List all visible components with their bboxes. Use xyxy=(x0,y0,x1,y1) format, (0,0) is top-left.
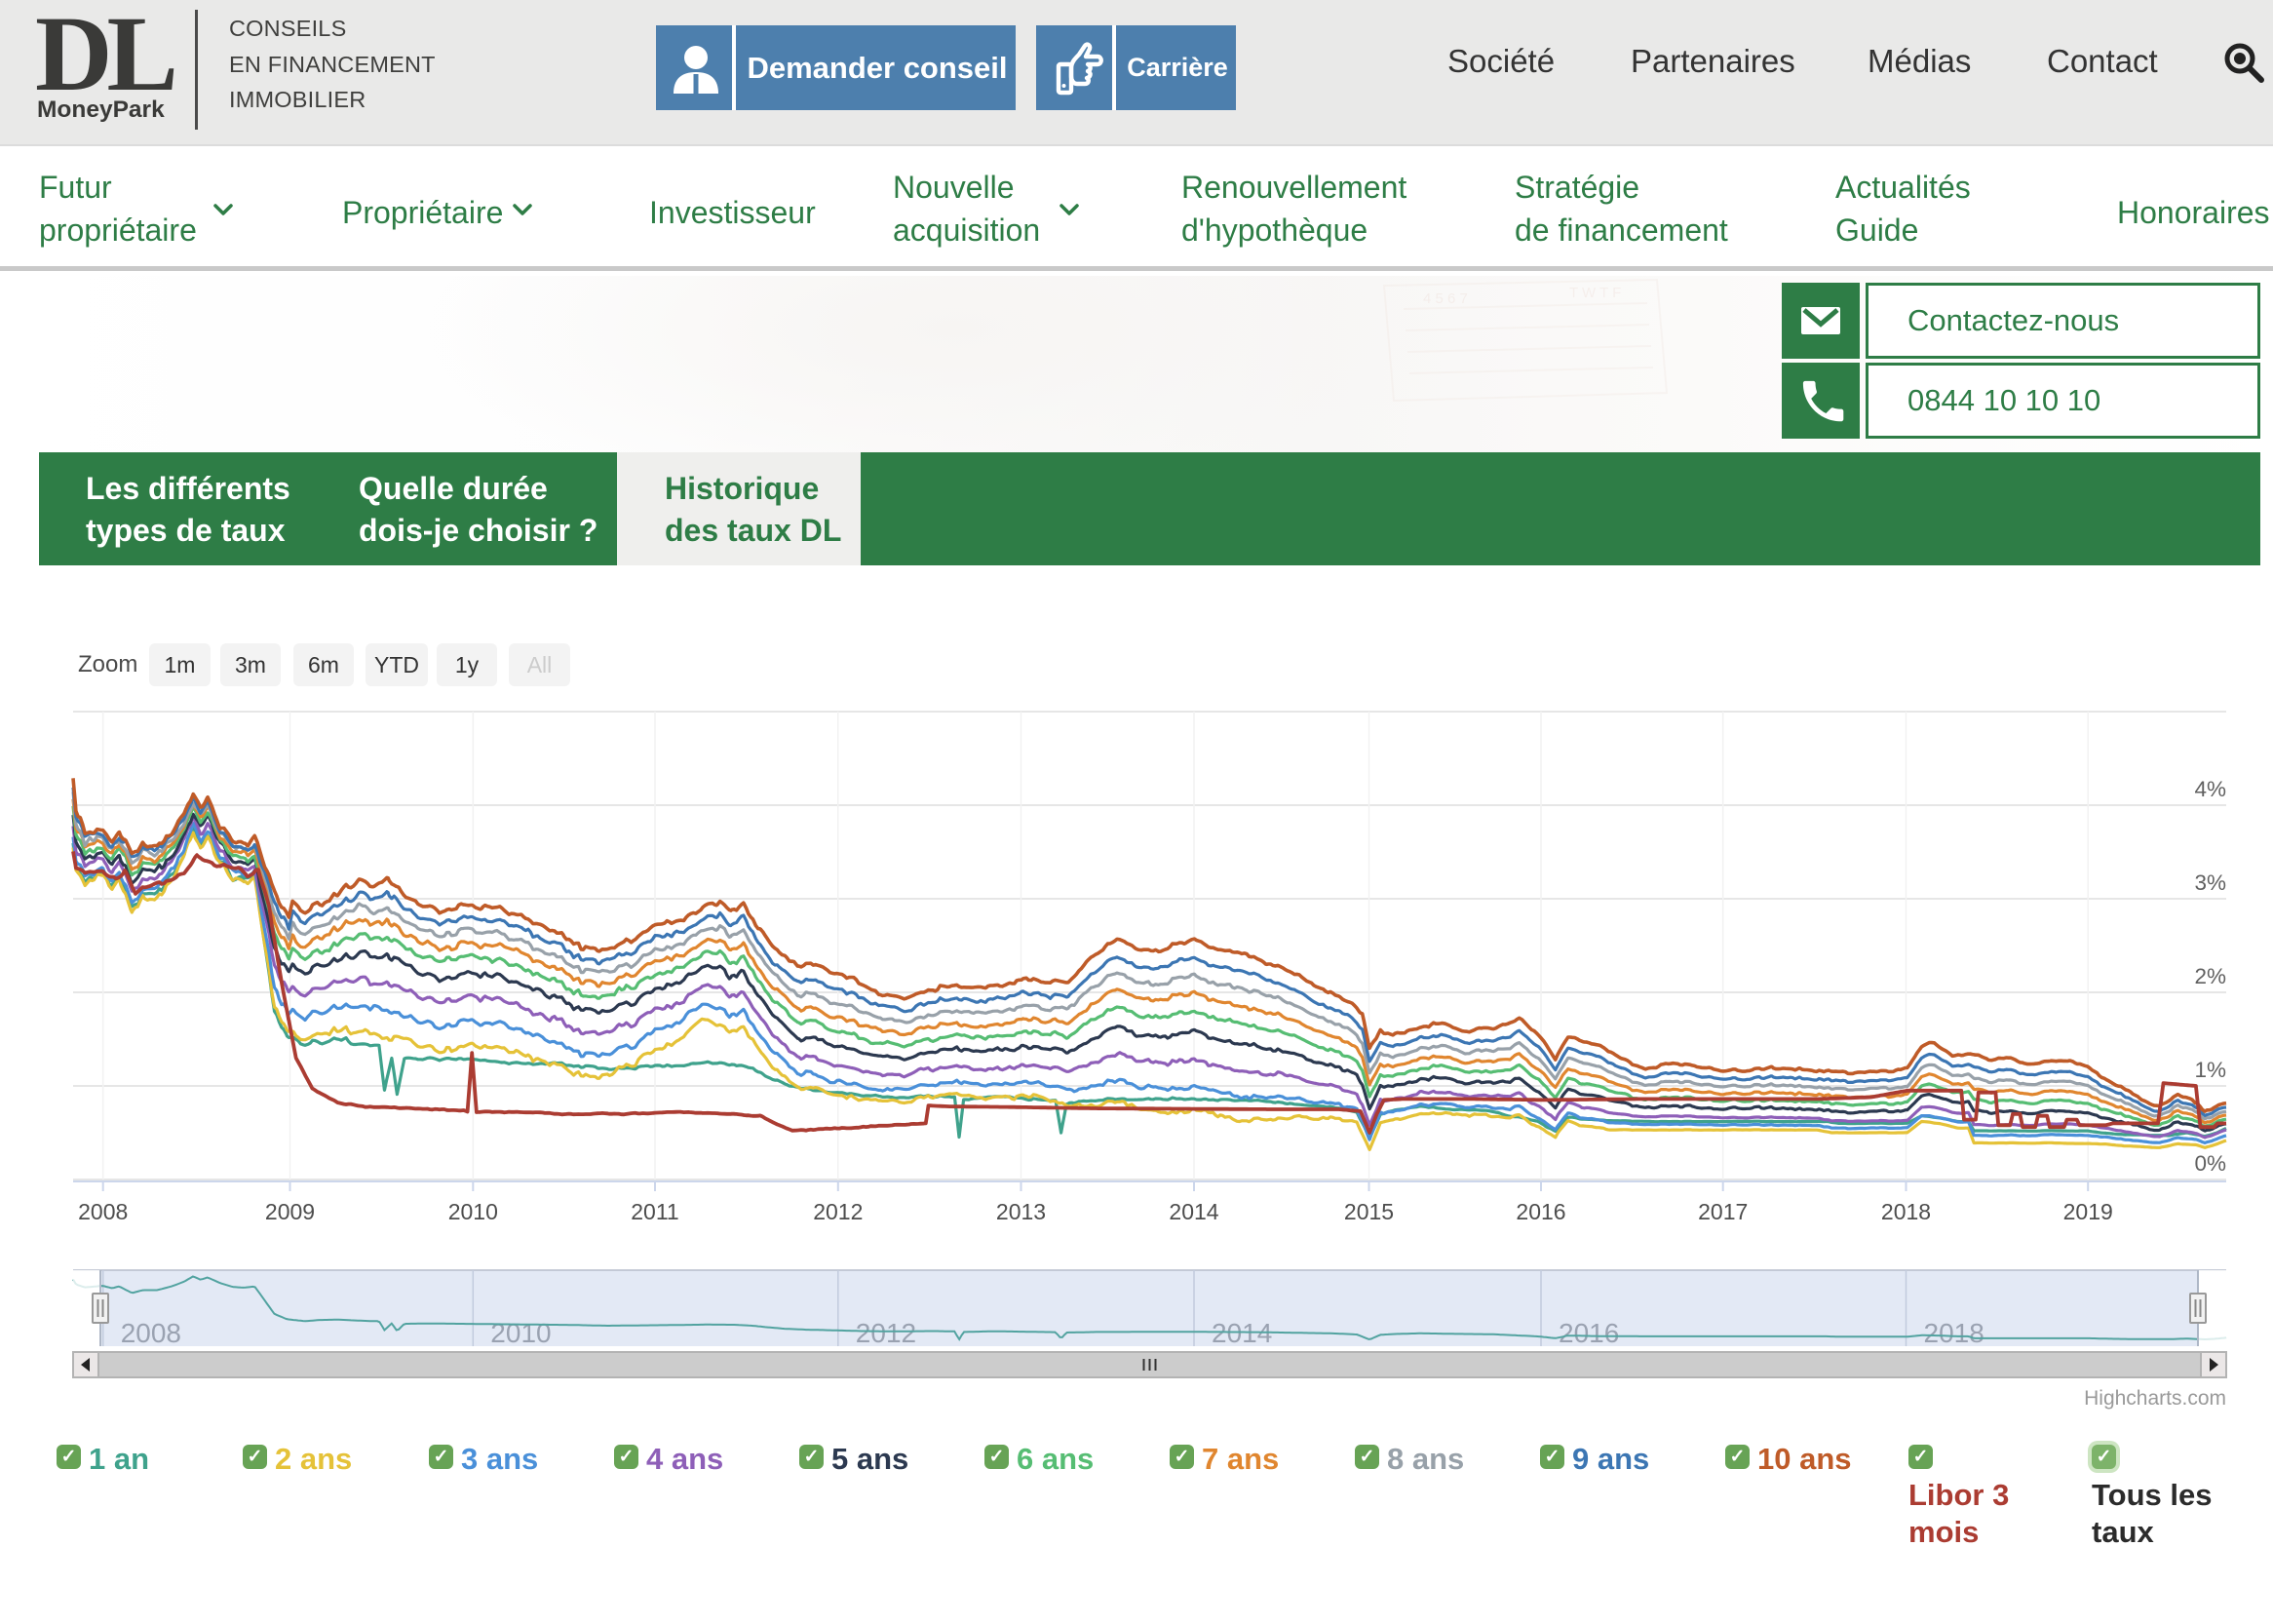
svg-text:2009: 2009 xyxy=(265,1199,315,1224)
svg-text:0%: 0% xyxy=(2194,1151,2226,1176)
svg-text:2008: 2008 xyxy=(121,1318,181,1348)
svg-text:2%: 2% xyxy=(2194,964,2226,988)
svg-text:2011: 2011 xyxy=(631,1199,678,1224)
svg-text:2014: 2014 xyxy=(1169,1199,1218,1224)
svg-text:2012: 2012 xyxy=(813,1199,863,1224)
svg-text:2013: 2013 xyxy=(996,1199,1046,1224)
svg-text:4%: 4% xyxy=(2194,777,2226,801)
svg-text:2018: 2018 xyxy=(1924,1318,1984,1348)
svg-text:2012: 2012 xyxy=(856,1318,916,1348)
svg-text:2019: 2019 xyxy=(2063,1199,2113,1224)
svg-text:2018: 2018 xyxy=(1881,1199,1931,1224)
svg-text:2015: 2015 xyxy=(1344,1199,1394,1224)
svg-text:2016: 2016 xyxy=(1516,1199,1565,1224)
svg-text:2016: 2016 xyxy=(1559,1318,1619,1348)
svg-text:2010: 2010 xyxy=(448,1199,498,1224)
svg-text:1%: 1% xyxy=(2194,1058,2226,1082)
svg-text:Highcharts.com: Highcharts.com xyxy=(2084,1387,2226,1410)
svg-text:3%: 3% xyxy=(2194,870,2226,895)
svg-text:2010: 2010 xyxy=(490,1318,551,1348)
svg-text:2008: 2008 xyxy=(78,1199,128,1224)
svg-text:2017: 2017 xyxy=(1698,1199,1748,1224)
